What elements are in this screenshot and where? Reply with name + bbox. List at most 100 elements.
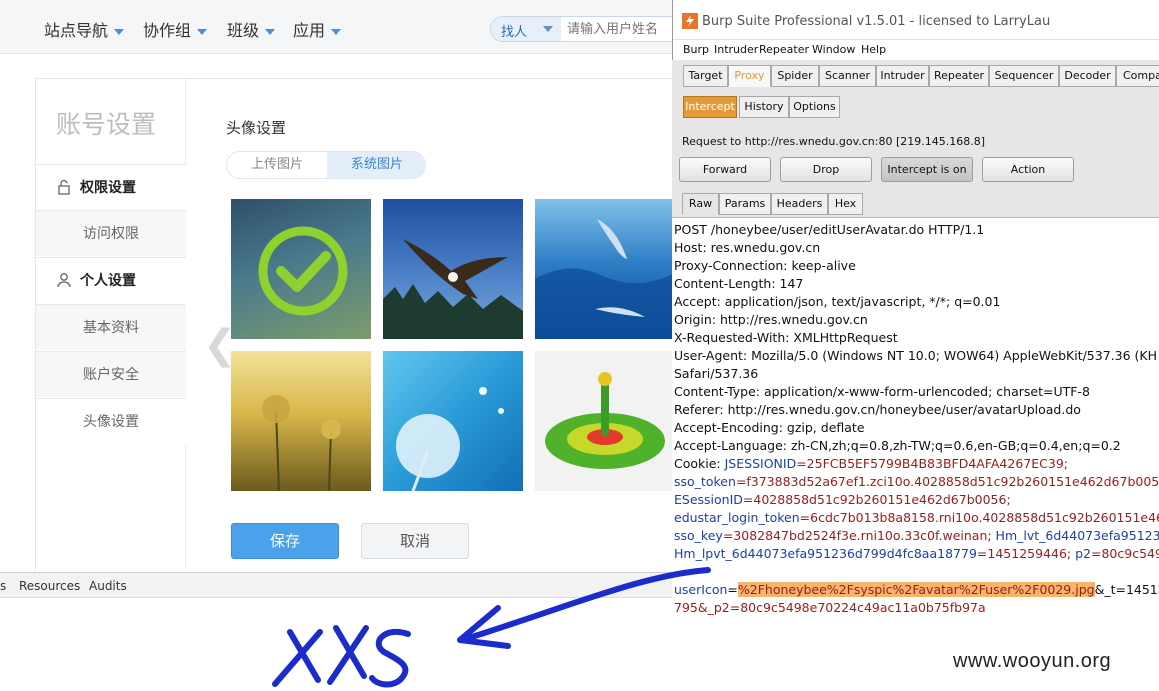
burp-titlebar: Burp Suite Professional v1.5.01 - licens… [673, 0, 1159, 40]
cookie-value: =3082847bd2524f3e.rni10o.33c0f.weinan; [722, 528, 992, 543]
request-body: userIcon=%2Fhoneybee%2Fsyspic%2Favatar%2… [674, 582, 1159, 597]
header-accept: Accept: application/json, text/javascrip… [674, 294, 1001, 309]
nav-item-site[interactable]: 站点导航 [44, 17, 125, 41]
header-cookie: Cookie: JSESSIONID=25FCB5EF5799B4B83BFD4… [674, 456, 1068, 471]
cookie-key: Hm_lpvt_6d44073efa951236d799d4fc8aa18779 [674, 546, 977, 561]
cookie-line: edustar_login_token=6cdc7b013b8a8158.rni… [674, 510, 1159, 525]
avatar-paint-splash[interactable] [535, 351, 675, 491]
cookie-value: =4028858d51c92b260151e462d67b0056; [742, 492, 1011, 507]
caret-down-icon [197, 28, 208, 35]
sidebar-section-permissions[interactable]: 权限设置 [36, 164, 186, 210]
nav-item-label: 站点导航 [44, 21, 109, 40]
avatar-dandelion-seed[interactable] [383, 351, 523, 491]
nav-item-class[interactable]: 班级 [227, 17, 276, 41]
menu-intruder[interactable]: Intruder [714, 43, 758, 56]
splash-icon [545, 372, 665, 469]
intercept-toggle[interactable]: Intercept is on [881, 157, 973, 182]
param-rest: 795&_p2=80c9c5498e70224c49ac11a0b75fb97a [674, 600, 986, 615]
header-referer: Referer: http://res.wnedu.gov.cn/honeybe… [674, 402, 1081, 417]
cookie-key: ESessionID [674, 492, 743, 507]
tab-hex[interactable]: Hex [828, 193, 863, 215]
param-rest: &_t=14512 [1094, 582, 1159, 597]
sidebar-section-personal[interactable]: 个人设置 [36, 257, 186, 303]
cookie-key: Hm_lvt_6d44073efa951236 [991, 528, 1159, 543]
user-search: 找人 [490, 16, 680, 42]
lock-icon [58, 179, 70, 195]
tab-sequencer[interactable]: Sequencer [989, 65, 1059, 87]
cookie-prefix: Cookie: [674, 456, 725, 471]
burp-menubar: Burp Intruder Repeater Window Help [673, 40, 1159, 60]
cookie-line: sso_key=3082847bd2524f3e.rni10o.33c0f.we… [674, 528, 1159, 543]
tab-system[interactable]: 系统图片 [327, 152, 425, 178]
tab-spider[interactable]: Spider [771, 65, 819, 87]
page-title: 头像设置 [226, 119, 287, 137]
search-type-label: 找人 [501, 25, 528, 40]
menu-repeater[interactable]: Repeater [759, 43, 809, 56]
param-value-highlighted: %2Fhoneybee%2Fsyspic%2Favatar%2Fuser%2F0… [737, 582, 1095, 597]
annotation-arrow-head [457, 605, 511, 649]
search-input[interactable] [567, 17, 677, 41]
nav-item-label: 班级 [227, 21, 260, 40]
devtools-tab[interactable]: s [0, 579, 6, 593]
drop-button[interactable]: Drop [780, 157, 872, 182]
tab-history[interactable]: History [739, 96, 789, 118]
avatar-eagle[interactable] [383, 199, 523, 339]
top-navigation: 站点导航 协作组 班级 应用 找人 [0, 0, 680, 54]
tab-options[interactable]: Options [789, 96, 840, 118]
param-equals: = [727, 582, 738, 597]
search-type-select[interactable]: 找人 [491, 17, 561, 41]
dolphin-icon [535, 219, 675, 339]
param-key: userIcon [674, 582, 728, 597]
save-button[interactable]: 保存 [231, 523, 339, 559]
sidebar-item-access[interactable]: 访问权限 [36, 210, 186, 256]
sidebar-item-security[interactable]: 账户安全 [36, 351, 186, 397]
devtools-tab-resources[interactable]: Resources [19, 579, 80, 593]
caret-down-icon [331, 28, 342, 35]
avatar-dandelion-field[interactable] [231, 351, 371, 491]
tab-headers[interactable]: Headers [771, 193, 828, 215]
tab-upload[interactable]: 上传图片 [227, 152, 327, 178]
cancel-button[interactable]: 取消 [361, 523, 469, 559]
watermark: www.wooyun.org [953, 650, 1112, 672]
eagle-icon [383, 239, 523, 339]
raw-request-editor[interactable]: POST /honeybee/user/editUserAvatar.do HT… [672, 217, 1159, 657]
action-button[interactable]: Action [982, 157, 1074, 182]
menu-burp[interactable]: Burp [683, 43, 709, 56]
flower-icon [262, 395, 341, 491]
request-target: Request to http://res.wnedu.gov.cn:80 [2… [682, 135, 986, 148]
tab-params[interactable]: Params [719, 193, 771, 215]
tab-target[interactable]: Target [683, 65, 728, 87]
annotation-s [369, 629, 411, 688]
header-proxy-connection: Proxy-Connection: keep-alive [674, 258, 856, 273]
checkmark-icon [258, 226, 348, 316]
forward-button[interactable]: Forward [679, 157, 771, 182]
tab-proxy[interactable]: Proxy [728, 65, 771, 87]
tab-intruder[interactable]: Intruder [876, 65, 929, 87]
avatar-dolphin[interactable] [535, 199, 675, 339]
avatar-checkmark[interactable] [231, 199, 371, 339]
menu-help[interactable]: Help [861, 43, 886, 56]
header-x-requested-with: X-Requested-With: XMLHttpRequest [674, 330, 898, 345]
cookie-value: =1451259446; [976, 546, 1072, 561]
tab-comparer[interactable]: Compar [1116, 65, 1159, 87]
devtools-tab-audits[interactable]: Audits [89, 579, 127, 593]
tab-scanner[interactable]: Scanner [819, 65, 876, 87]
cookie-line: sso_token=f373883d52a67ef1.zci10o.402885… [674, 474, 1159, 489]
burp-title: Burp Suite Professional v1.5.01 - licens… [702, 14, 1051, 29]
cookie-line: ESessionID=4028858d51c92b260151e462d67b0… [674, 492, 1011, 507]
tab-raw[interactable]: Raw [682, 193, 719, 215]
tab-intercept[interactable]: Intercept [683, 96, 737, 118]
nav-item-groups[interactable]: 协作组 [143, 17, 208, 41]
cookie-key: sso_key [674, 528, 723, 543]
sidebar-item-profile[interactable]: 基本资料 [36, 304, 186, 350]
sidebar-item-avatar[interactable]: 头像设置 [36, 398, 186, 444]
cookie-value: =6cdc7b013b8a8158.rni10o.4028858d51c92b2… [799, 510, 1159, 525]
tab-repeater[interactable]: Repeater [929, 65, 989, 87]
tab-decoder[interactable]: Decoder [1059, 65, 1116, 87]
nav-item-apps[interactable]: 应用 [293, 17, 342, 41]
menu-window[interactable]: Window [812, 43, 855, 56]
user-icon [57, 273, 71, 288]
devtools-tabbar: s Resources Audits [0, 572, 672, 598]
header-user-agent: User-Agent: Mozilla/5.0 (Windows NT 10.0… [674, 348, 1157, 363]
annotation-x-2 [327, 625, 369, 685]
